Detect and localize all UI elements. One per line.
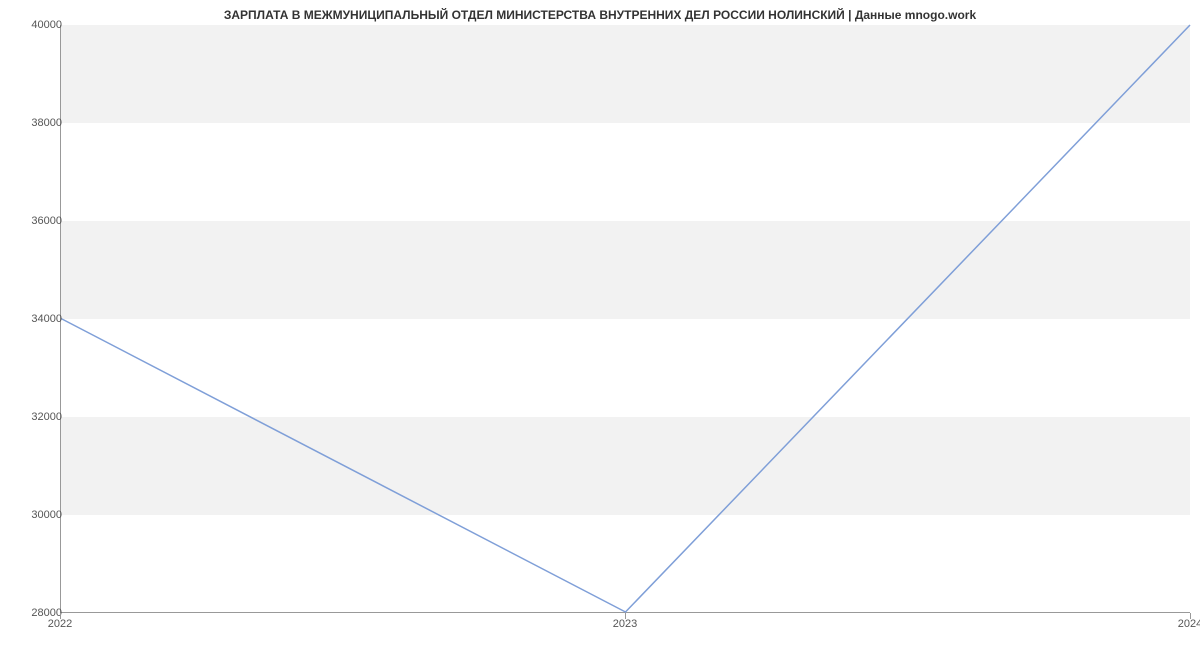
plot-area bbox=[60, 25, 1190, 613]
x-tick-label: 2023 bbox=[613, 618, 637, 630]
y-tick-label: 38000 bbox=[31, 117, 62, 129]
y-tick-label: 32000 bbox=[31, 411, 62, 423]
y-tick-label: 34000 bbox=[31, 313, 62, 325]
plot-inner bbox=[60, 25, 1190, 613]
x-tick-label: 2022 bbox=[48, 618, 72, 630]
chart-title: ЗАРПЛАТА В МЕЖМУНИЦИПАЛЬНЫЙ ОТДЕЛ МИНИСТ… bbox=[224, 8, 976, 22]
x-tick-label: 2024 bbox=[1178, 618, 1200, 630]
y-tick-label: 36000 bbox=[31, 215, 62, 227]
data-line bbox=[61, 25, 1190, 612]
y-tick-label: 30000 bbox=[31, 509, 62, 521]
y-tick-label: 40000 bbox=[31, 19, 62, 31]
line-chart-svg bbox=[61, 25, 1190, 612]
